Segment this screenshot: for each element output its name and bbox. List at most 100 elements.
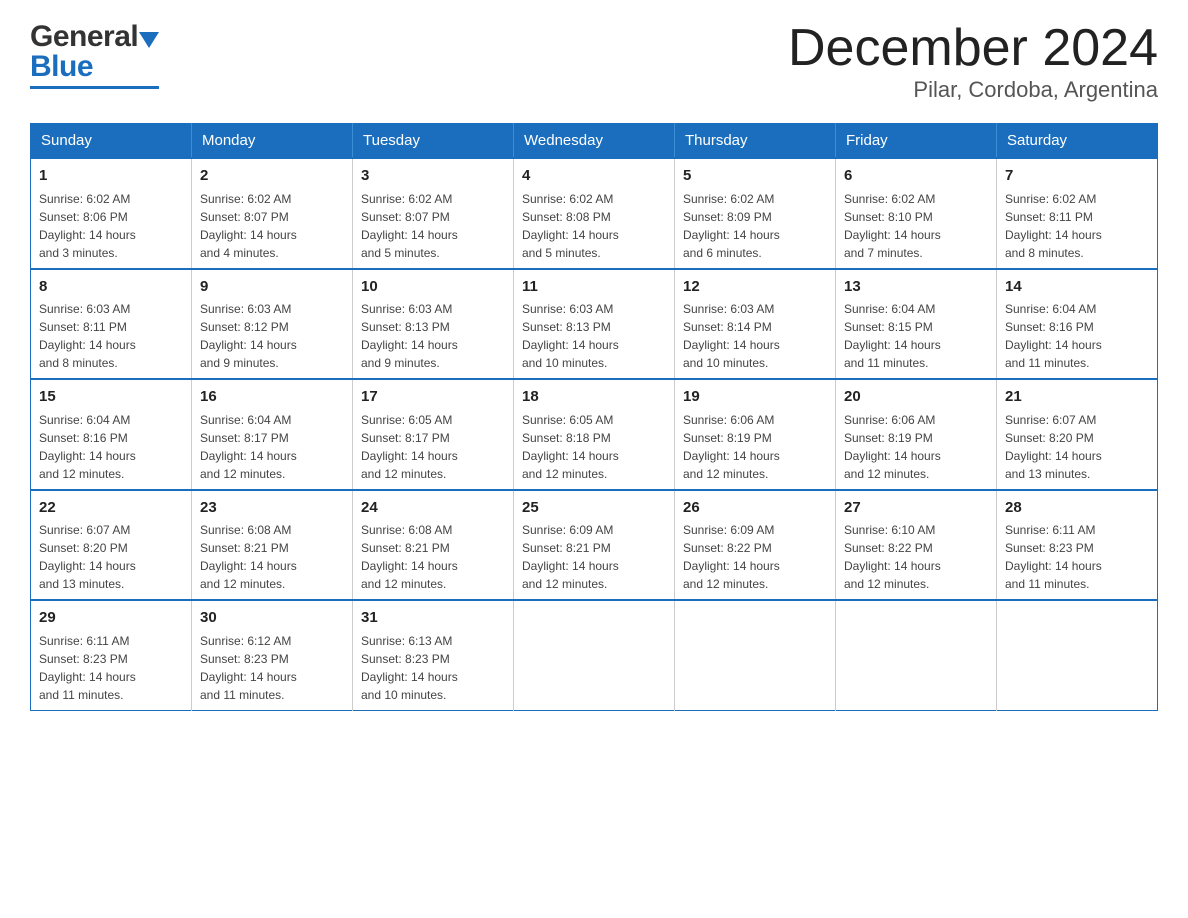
day-number: 2 [200,165,344,188]
calendar-cell [675,600,836,710]
day-number: 27 [844,497,988,520]
calendar-title-block: December 2024 Pilar, Cordoba, Argentina [788,20,1158,103]
day-info: Sunrise: 6:02 AMSunset: 8:06 PMDaylight:… [39,190,183,262]
calendar-cell: 2Sunrise: 6:02 AMSunset: 8:07 PMDaylight… [192,158,353,269]
day-info: Sunrise: 6:09 AMSunset: 8:22 PMDaylight:… [683,521,827,593]
day-info: Sunrise: 6:08 AMSunset: 8:21 PMDaylight:… [200,521,344,593]
calendar-cell: 13Sunrise: 6:04 AMSunset: 8:15 PMDayligh… [836,269,997,380]
logo-triangle-icon [139,32,159,48]
logo-general-text: General [30,20,138,54]
calendar-cell: 30Sunrise: 6:12 AMSunset: 8:23 PMDayligh… [192,600,353,710]
day-info: Sunrise: 6:06 AMSunset: 8:19 PMDaylight:… [683,411,827,483]
calendar-cell: 4Sunrise: 6:02 AMSunset: 8:08 PMDaylight… [514,158,675,269]
day-number: 20 [844,386,988,409]
day-number: 17 [361,386,505,409]
day-info: Sunrise: 6:07 AMSunset: 8:20 PMDaylight:… [39,521,183,593]
day-info: Sunrise: 6:02 AMSunset: 8:07 PMDaylight:… [361,190,505,262]
column-header-sunday: Sunday [31,124,192,159]
day-number: 13 [844,276,988,299]
day-number: 10 [361,276,505,299]
day-number: 29 [39,607,183,630]
day-info: Sunrise: 6:04 AMSunset: 8:17 PMDaylight:… [200,411,344,483]
calendar-cell: 29Sunrise: 6:11 AMSunset: 8:23 PMDayligh… [31,600,192,710]
calendar-cell [514,600,675,710]
calendar-cell: 20Sunrise: 6:06 AMSunset: 8:19 PMDayligh… [836,379,997,490]
calendar-cell: 9Sunrise: 6:03 AMSunset: 8:12 PMDaylight… [192,269,353,380]
day-number: 5 [683,165,827,188]
calendar-cell: 15Sunrise: 6:04 AMSunset: 8:16 PMDayligh… [31,379,192,490]
day-info: Sunrise: 6:02 AMSunset: 8:09 PMDaylight:… [683,190,827,262]
day-number: 18 [522,386,666,409]
column-header-tuesday: Tuesday [353,124,514,159]
day-number: 4 [522,165,666,188]
day-info: Sunrise: 6:04 AMSunset: 8:16 PMDaylight:… [1005,300,1149,372]
day-info: Sunrise: 6:05 AMSunset: 8:18 PMDaylight:… [522,411,666,483]
page-header: General Blue December 2024 Pilar, Cordob… [30,20,1158,103]
column-header-wednesday: Wednesday [514,124,675,159]
day-info: Sunrise: 6:02 AMSunset: 8:07 PMDaylight:… [200,190,344,262]
day-number: 11 [522,276,666,299]
day-number: 6 [844,165,988,188]
logo-underline [30,86,159,89]
day-number: 31 [361,607,505,630]
day-info: Sunrise: 6:04 AMSunset: 8:15 PMDaylight:… [844,300,988,372]
calendar-cell: 26Sunrise: 6:09 AMSunset: 8:22 PMDayligh… [675,490,836,601]
calendar-cell: 22Sunrise: 6:07 AMSunset: 8:20 PMDayligh… [31,490,192,601]
calendar-cell [997,600,1158,710]
day-number: 7 [1005,165,1149,188]
location-subtitle: Pilar, Cordoba, Argentina [788,77,1158,103]
calendar-week-row: 22Sunrise: 6:07 AMSunset: 8:20 PMDayligh… [31,490,1158,601]
day-number: 28 [1005,497,1149,520]
day-info: Sunrise: 6:13 AMSunset: 8:23 PMDaylight:… [361,632,505,704]
calendar-cell: 12Sunrise: 6:03 AMSunset: 8:14 PMDayligh… [675,269,836,380]
calendar-cell: 7Sunrise: 6:02 AMSunset: 8:11 PMDaylight… [997,158,1158,269]
day-number: 21 [1005,386,1149,409]
column-header-friday: Friday [836,124,997,159]
day-info: Sunrise: 6:03 AMSunset: 8:13 PMDaylight:… [522,300,666,372]
day-number: 23 [200,497,344,520]
day-info: Sunrise: 6:09 AMSunset: 8:21 PMDaylight:… [522,521,666,593]
calendar-cell: 25Sunrise: 6:09 AMSunset: 8:21 PMDayligh… [514,490,675,601]
calendar-cell: 18Sunrise: 6:05 AMSunset: 8:18 PMDayligh… [514,379,675,490]
calendar-cell [836,600,997,710]
day-info: Sunrise: 6:05 AMSunset: 8:17 PMDaylight:… [361,411,505,483]
day-number: 30 [200,607,344,630]
calendar-cell: 27Sunrise: 6:10 AMSunset: 8:22 PMDayligh… [836,490,997,601]
calendar-header-row: SundayMondayTuesdayWednesdayThursdayFrid… [31,124,1158,159]
day-info: Sunrise: 6:03 AMSunset: 8:14 PMDaylight:… [683,300,827,372]
calendar-cell: 5Sunrise: 6:02 AMSunset: 8:09 PMDaylight… [675,158,836,269]
day-number: 12 [683,276,827,299]
logo-blue-text: Blue [30,50,93,84]
day-number: 3 [361,165,505,188]
day-number: 8 [39,276,183,299]
calendar-week-row: 8Sunrise: 6:03 AMSunset: 8:11 PMDaylight… [31,269,1158,380]
calendar-cell: 23Sunrise: 6:08 AMSunset: 8:21 PMDayligh… [192,490,353,601]
calendar-cell: 16Sunrise: 6:04 AMSunset: 8:17 PMDayligh… [192,379,353,490]
calendar-cell: 21Sunrise: 6:07 AMSunset: 8:20 PMDayligh… [997,379,1158,490]
day-number: 9 [200,276,344,299]
calendar-cell: 31Sunrise: 6:13 AMSunset: 8:23 PMDayligh… [353,600,514,710]
day-number: 14 [1005,276,1149,299]
day-info: Sunrise: 6:06 AMSunset: 8:19 PMDaylight:… [844,411,988,483]
day-info: Sunrise: 6:11 AMSunset: 8:23 PMDaylight:… [1005,521,1149,593]
day-number: 19 [683,386,827,409]
day-number: 15 [39,386,183,409]
calendar-cell: 11Sunrise: 6:03 AMSunset: 8:13 PMDayligh… [514,269,675,380]
calendar-cell: 8Sunrise: 6:03 AMSunset: 8:11 PMDaylight… [31,269,192,380]
calendar-week-row: 29Sunrise: 6:11 AMSunset: 8:23 PMDayligh… [31,600,1158,710]
day-number: 1 [39,165,183,188]
column-header-thursday: Thursday [675,124,836,159]
day-info: Sunrise: 6:03 AMSunset: 8:13 PMDaylight:… [361,300,505,372]
day-info: Sunrise: 6:11 AMSunset: 8:23 PMDaylight:… [39,632,183,704]
day-info: Sunrise: 6:02 AMSunset: 8:11 PMDaylight:… [1005,190,1149,262]
day-info: Sunrise: 6:02 AMSunset: 8:08 PMDaylight:… [522,190,666,262]
calendar-cell: 10Sunrise: 6:03 AMSunset: 8:13 PMDayligh… [353,269,514,380]
day-info: Sunrise: 6:04 AMSunset: 8:16 PMDaylight:… [39,411,183,483]
day-number: 22 [39,497,183,520]
column-header-monday: Monday [192,124,353,159]
day-info: Sunrise: 6:12 AMSunset: 8:23 PMDaylight:… [200,632,344,704]
calendar-cell: 17Sunrise: 6:05 AMSunset: 8:17 PMDayligh… [353,379,514,490]
day-info: Sunrise: 6:07 AMSunset: 8:20 PMDaylight:… [1005,411,1149,483]
day-info: Sunrise: 6:08 AMSunset: 8:21 PMDaylight:… [361,521,505,593]
day-info: Sunrise: 6:03 AMSunset: 8:11 PMDaylight:… [39,300,183,372]
